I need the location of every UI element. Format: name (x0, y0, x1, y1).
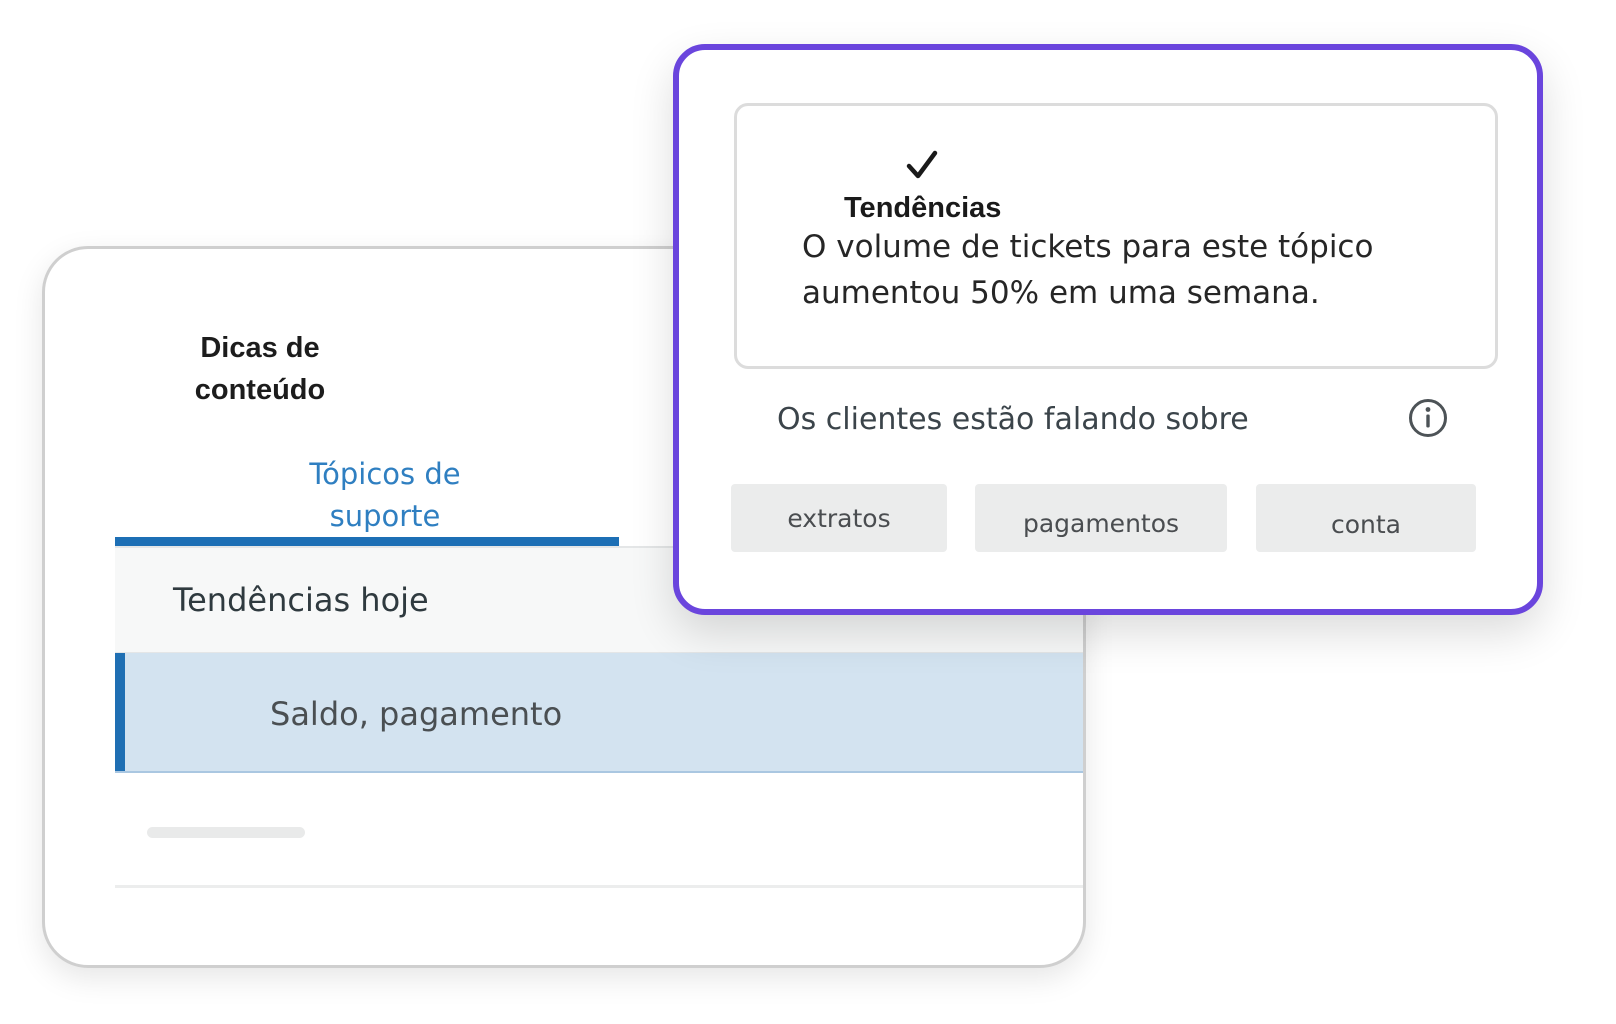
list-item-label: Saldo, pagamento (270, 695, 563, 733)
panel-title: Dicas de conteúdo (194, 332, 326, 406)
topic-tag-conta[interactable]: conta (1256, 484, 1476, 552)
topic-tag-extratos[interactable]: extratos (731, 484, 947, 552)
tab-support-topics[interactable]: Tópicos de suporte (285, 453, 485, 537)
insight-message: O volume de tickets para este tópico aum… (802, 229, 1374, 311)
section-header-label: Tendências hoje (173, 581, 429, 619)
active-tab-indicator (115, 537, 619, 546)
info-icon[interactable] (1407, 397, 1449, 439)
list-item-selected[interactable]: Saldo, pagamento (115, 653, 1083, 773)
insight-title: Tendências (844, 192, 1002, 224)
placeholder-skeleton-line (147, 827, 305, 838)
trend-insight-box: Tendências O volume de tickets para este… (734, 103, 1498, 369)
divider (115, 885, 1083, 888)
selection-indicator (115, 653, 125, 771)
check-icon (906, 150, 938, 179)
insight-card: Tendências O volume de tickets para este… (673, 44, 1543, 615)
customer-topics-label: Os clientes estão falando sobre (777, 402, 1249, 437)
topic-tag-pagamentos[interactable]: pagamentos (975, 484, 1227, 552)
